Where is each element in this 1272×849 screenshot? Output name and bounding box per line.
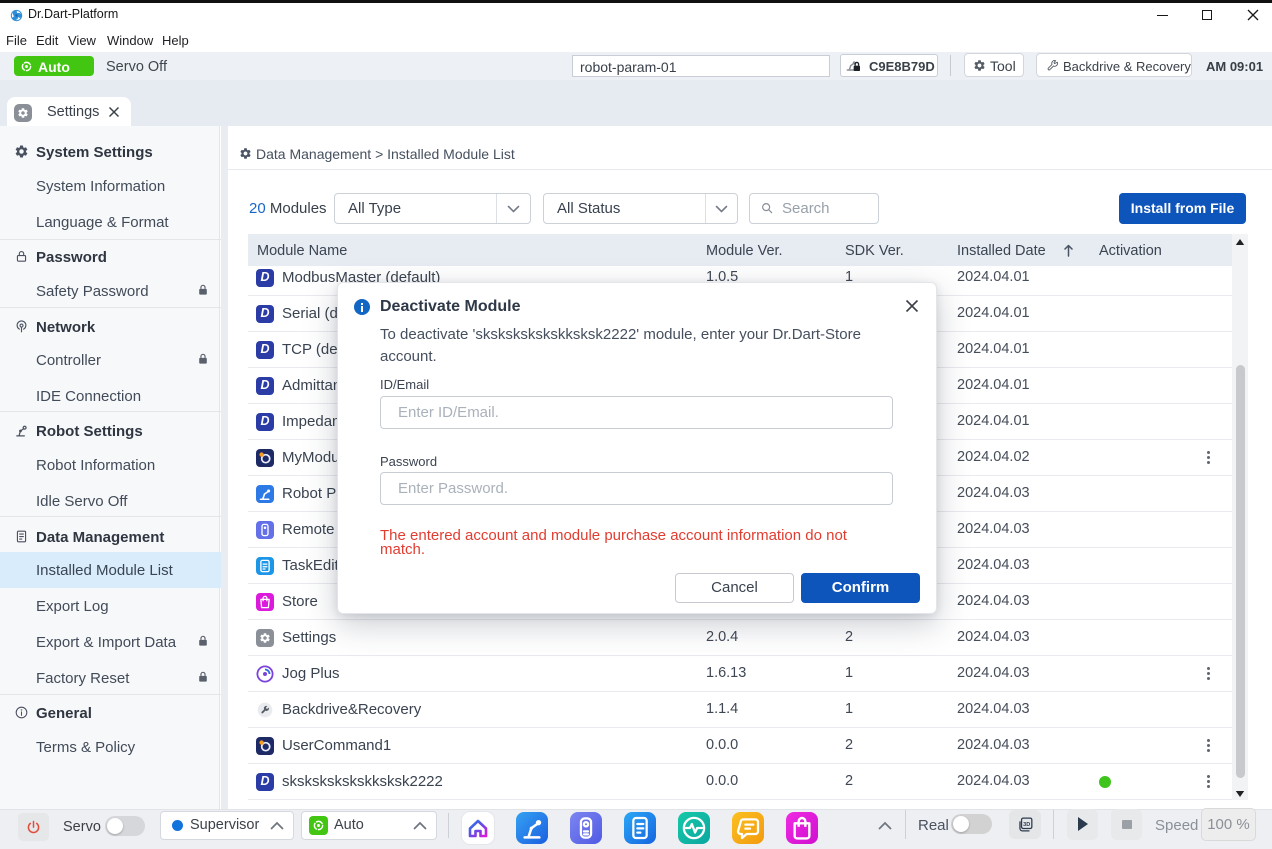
svg-text:3D: 3D — [1023, 822, 1030, 828]
